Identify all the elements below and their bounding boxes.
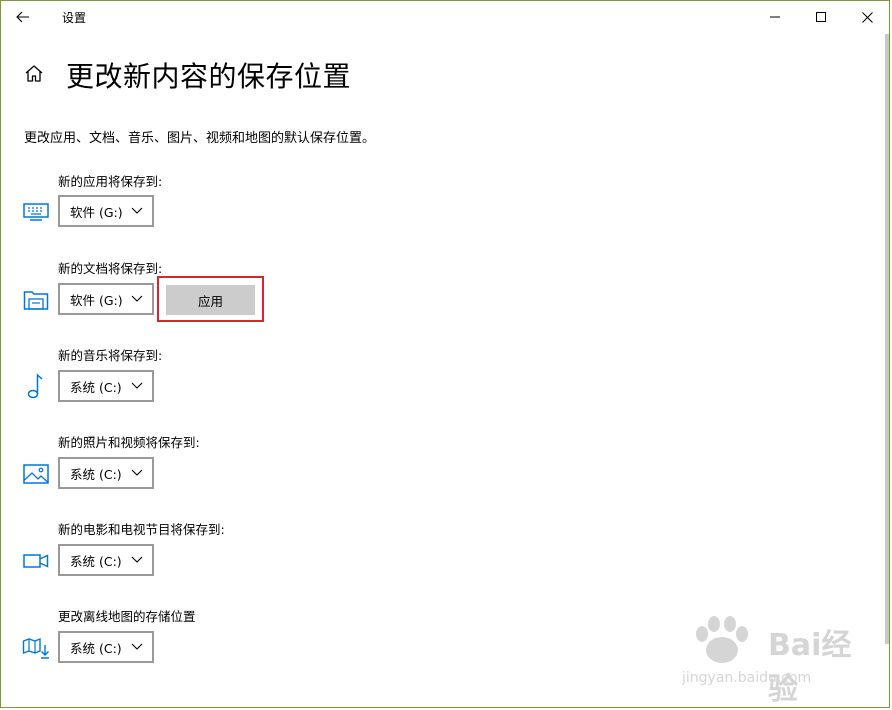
- maps-save-label: 更改离线地图的存储位置: [58, 609, 196, 624]
- maximize-icon: [816, 12, 826, 22]
- page-title: 更改新内容的保存位置: [66, 60, 352, 93]
- music-location-icon: [22, 373, 50, 399]
- music-location-value: 系统 (C:): [70, 379, 122, 395]
- documents-save-label: 新的文档将保存到:: [58, 261, 163, 276]
- paw-logo-icon: [696, 616, 748, 663]
- documents-location-value: 软件 (G:): [70, 292, 123, 308]
- close-button[interactable]: [844, 0, 890, 34]
- maps-location-value: 系统 (C:): [70, 640, 122, 656]
- music-save-label: 新的音乐将保存到:: [58, 348, 163, 363]
- photos-save-label: 新的照片和视频将保存到:: [58, 435, 200, 450]
- watermark-brand: Bai经验: [768, 628, 852, 707]
- documents-location-dropdown[interactable]: 软件 (G:): [58, 283, 154, 315]
- back-arrow-icon: [16, 11, 29, 23]
- photos-location-icon: [22, 462, 50, 486]
- close-icon: [861, 11, 873, 23]
- chevron-down-icon: [131, 469, 143, 476]
- minimize-button[interactable]: [752, 0, 798, 34]
- chevron-down-icon: [131, 382, 143, 389]
- apps-location-dropdown[interactable]: 软件 (G:): [58, 195, 154, 227]
- minimize-icon: [770, 16, 780, 18]
- movies-save-label: 新的电影和电视节目将保存到:: [58, 522, 225, 537]
- apply-highlight-box: 应用: [157, 276, 264, 322]
- chevron-down-icon: [131, 556, 143, 563]
- home-icon: [25, 65, 43, 82]
- page-description: 更改应用、文档、音乐、图片、视频和地图的默认保存位置。: [24, 131, 376, 146]
- video-camera-icon: [23, 554, 49, 568]
- map-download-icon: [22, 637, 49, 659]
- maps-location-icon: [22, 636, 50, 660]
- apps-location-value: 软件 (G:): [70, 204, 123, 220]
- title-bar: 设置: [0, 0, 892, 34]
- photos-location-value: 系统 (C:): [70, 466, 122, 482]
- music-note-icon: [27, 373, 43, 399]
- folder-drive-icon: [23, 291, 49, 310]
- chevron-down-icon: [131, 295, 143, 302]
- back-button[interactable]: [6, 2, 40, 32]
- apply-button[interactable]: 应用: [166, 285, 255, 315]
- photos-location-dropdown[interactable]: 系统 (C:): [58, 457, 154, 489]
- apps-location-icon: [22, 200, 50, 224]
- vertical-scrollbar[interactable]: [885, 34, 889, 644]
- movies-location-value: 系统 (C:): [70, 553, 122, 569]
- monitor-icon: [23, 203, 49, 221]
- watermark-url: jingyan.baidu.com: [682, 670, 812, 686]
- maximize-button[interactable]: [798, 0, 844, 34]
- app-title: 设置: [62, 11, 87, 25]
- movies-location-dropdown[interactable]: 系统 (C:): [58, 544, 154, 576]
- home-button[interactable]: [22, 62, 46, 86]
- maps-location-dropdown[interactable]: 系统 (C:): [58, 631, 154, 663]
- music-location-dropdown[interactable]: 系统 (C:): [58, 370, 154, 402]
- chevron-down-icon: [131, 643, 143, 650]
- apps-save-label: 新的应用将保存到:: [58, 174, 163, 189]
- movies-location-icon: [22, 549, 50, 573]
- documents-location-icon: [22, 288, 50, 312]
- chevron-down-icon: [131, 207, 143, 214]
- baidu-watermark: Bai经验 jingyan.baidu.com: [680, 614, 860, 707]
- photo-icon: [23, 464, 49, 484]
